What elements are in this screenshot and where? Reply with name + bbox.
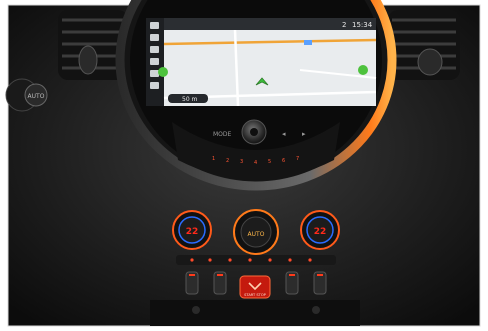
status-time: 15:34 <box>352 21 373 29</box>
settings-icon[interactable] <box>150 70 159 77</box>
console-knob[interactable] <box>192 306 200 314</box>
home-icon[interactable] <box>150 22 159 29</box>
seek-forward-button[interactable]: ▸ <box>302 130 306 138</box>
preset-4[interactable]: 4 <box>254 160 257 166</box>
road-sign-icon <box>304 40 312 45</box>
navigation-screen[interactable]: 2 15:34 50 m <box>146 18 377 107</box>
center-fan-knob[interactable]: AUTO <box>233 209 279 255</box>
route-icon[interactable] <box>150 34 159 41</box>
right-temp-display: 22 <box>314 227 327 237</box>
preset-5[interactable]: 5 <box>268 159 271 165</box>
indicator-light <box>190 258 194 262</box>
left-temp-display: 22 <box>186 227 199 237</box>
phone-icon[interactable] <box>150 46 159 53</box>
left-green-arrow-icon[interactable] <box>158 67 168 77</box>
fan-auto-label: AUTO <box>248 231 265 238</box>
preset-2[interactable]: 2 <box>226 158 229 164</box>
left-temp-knob[interactable]: 22 <box>172 210 212 250</box>
mode-button[interactable]: MODE <box>213 131 232 138</box>
status-temp: 2 <box>342 21 346 29</box>
auto-badge: AUTO <box>28 93 45 100</box>
preset-7[interactable]: 7 <box>296 156 299 162</box>
lower-console <box>150 300 360 326</box>
console-knob[interactable] <box>312 306 320 314</box>
preset-6[interactable]: 6 <box>282 158 285 164</box>
seek-back-button[interactable]: ◂ <box>282 130 286 138</box>
preset-1[interactable]: 1 <box>212 156 215 162</box>
map-scale: 50 m <box>182 96 198 103</box>
mini-dashboard-photo: AUTO 2 15:34 50 m MODE ◂ ▸ 1 2 3 4 5 6 7… <box>0 0 488 331</box>
preset-3[interactable]: 3 <box>240 159 243 165</box>
right-air-vent[interactable] <box>388 10 460 80</box>
apps-icon[interactable] <box>150 82 159 89</box>
media-icon[interactable] <box>150 58 159 65</box>
start-stop-label: START STOP <box>244 293 267 297</box>
climate-button-row <box>176 255 336 265</box>
right-green-arrow-icon[interactable] <box>358 65 368 75</box>
right-temp-knob[interactable]: 22 <box>300 210 340 250</box>
